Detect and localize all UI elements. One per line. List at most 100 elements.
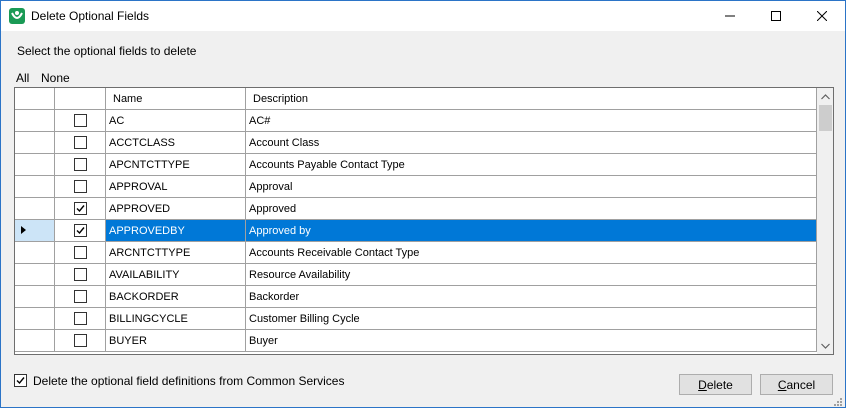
- chevron-down-icon: [821, 343, 830, 349]
- row-checkbox[interactable]: [74, 202, 87, 215]
- row-indicator-cell[interactable]: [15, 110, 55, 131]
- row-name-cell[interactable]: APPROVED: [106, 198, 246, 219]
- maximize-icon: [771, 11, 781, 21]
- row-name-cell[interactable]: AVAILABILITY: [106, 264, 246, 285]
- row-description-cell[interactable]: Accounts Receivable Contact Type: [246, 242, 817, 263]
- row-checkbox[interactable]: [74, 268, 87, 281]
- row-checkbox[interactable]: [74, 224, 87, 237]
- delete-button-mnemonic: D: [698, 377, 707, 392]
- cancel-button[interactable]: Cancel: [760, 374, 833, 395]
- dialog-window: Delete Optional Fields Select the option…: [0, 0, 846, 408]
- row-indicator-cell[interactable]: [15, 220, 55, 241]
- table-row[interactable]: APPROVAL Approval: [15, 176, 817, 198]
- scroll-thumb[interactable]: [819, 105, 832, 131]
- row-name-cell[interactable]: BACKORDER: [106, 286, 246, 307]
- resize-grip-icon[interactable]: [831, 395, 843, 407]
- row-name-cell[interactable]: APPROVEDBY: [106, 220, 246, 241]
- row-checkbox[interactable]: [74, 312, 87, 325]
- row-name-cell[interactable]: ARCNTCTTYPE: [106, 242, 246, 263]
- row-indicator-cell[interactable]: [15, 330, 55, 351]
- row-description-cell[interactable]: Backorder: [246, 286, 817, 307]
- table-row[interactable]: ARCNTCTTYPE Accounts Receivable Contact T…: [15, 242, 817, 264]
- cancel-button-mnemonic: C: [777, 377, 787, 392]
- row-description-cell[interactable]: AC#: [246, 110, 817, 131]
- row-check-cell: [55, 198, 106, 219]
- row-name-cell[interactable]: BUYER: [106, 330, 246, 351]
- minimize-button[interactable]: [707, 1, 753, 31]
- delete-button-label: elete: [706, 377, 733, 392]
- window-title: Delete Optional Fields: [31, 9, 150, 23]
- row-checkbox[interactable]: [74, 114, 87, 127]
- row-check-cell: [55, 176, 106, 197]
- select-all-link[interactable]: All: [16, 71, 29, 85]
- table-row[interactable]: BACKORDER Backorder: [15, 286, 817, 308]
- column-header-description[interactable]: Description: [246, 88, 817, 109]
- row-checkbox[interactable]: [74, 158, 87, 171]
- row-indicator-cell[interactable]: [15, 176, 55, 197]
- row-check-cell: [55, 154, 106, 175]
- row-checkbox[interactable]: [74, 290, 87, 303]
- row-name-cell[interactable]: AC: [106, 110, 246, 131]
- row-check-cell: [55, 110, 106, 131]
- row-description-cell[interactable]: Account Class: [246, 132, 817, 153]
- row-description-cell[interactable]: Approved: [246, 198, 817, 219]
- row-check-cell: [55, 132, 106, 153]
- table-row[interactable]: BUYER Buyer: [15, 330, 817, 352]
- header-indicator-cell: [15, 88, 55, 109]
- row-name-cell[interactable]: APPROVAL: [106, 176, 246, 197]
- row-description-cell[interactable]: Approval: [246, 176, 817, 197]
- row-indicator-cell[interactable]: [15, 308, 55, 329]
- row-description-cell[interactable]: Accounts Payable Contact Type: [246, 154, 817, 175]
- chevron-up-icon: [821, 93, 830, 99]
- row-indicator-cell[interactable]: [15, 242, 55, 263]
- table-row[interactable]: APPROVEDBY Approved by: [15, 220, 817, 242]
- header-check-cell: [55, 88, 106, 109]
- row-name-cell[interactable]: ACCTCLASS: [106, 132, 246, 153]
- column-header-name[interactable]: Name: [106, 88, 246, 109]
- vertical-scrollbar[interactable]: [817, 88, 833, 354]
- row-checkbox[interactable]: [74, 246, 87, 259]
- row-check-cell: [55, 220, 106, 241]
- optional-fields-grid[interactable]: Name Description AC AC# ACCTCLASS Account C…: [14, 87, 834, 355]
- table-row[interactable]: ACCTCLASS Account Class: [15, 132, 817, 154]
- maximize-button[interactable]: [753, 1, 799, 31]
- row-check-cell: [55, 264, 106, 285]
- checkmark-icon: [16, 377, 25, 385]
- select-none-link[interactable]: None: [41, 71, 70, 85]
- close-button[interactable]: [799, 1, 845, 31]
- scroll-down-button[interactable]: [817, 337, 833, 354]
- row-name-cell[interactable]: APCNTCTTYPE: [106, 154, 246, 175]
- row-indicator-cell[interactable]: [15, 198, 55, 219]
- row-indicator-cell[interactable]: [15, 286, 55, 307]
- instruction-text: Select the optional fields to delete: [17, 44, 197, 58]
- row-indicator-cell[interactable]: [15, 154, 55, 175]
- grid-header: Name Description: [15, 88, 817, 110]
- table-row[interactable]: AVAILABILITY Resource Availability: [15, 264, 817, 286]
- row-description-cell[interactable]: Buyer: [246, 330, 817, 351]
- row-checkbox[interactable]: [74, 180, 87, 193]
- cancel-button-label: ancel: [786, 377, 816, 392]
- row-description-cell[interactable]: Customer Billing Cycle: [246, 308, 817, 329]
- checkmark-icon: [76, 205, 85, 213]
- row-checkbox[interactable]: [74, 334, 87, 347]
- checkmark-icon: [76, 227, 85, 235]
- row-indicator-cell[interactable]: [15, 132, 55, 153]
- current-row-icon: [21, 226, 26, 234]
- row-indicator-cell[interactable]: [15, 264, 55, 285]
- table-row[interactable]: BILLINGCYCLE Customer Billing Cycle: [15, 308, 817, 330]
- table-row[interactable]: APCNTCTTYPE Accounts Payable Contact Type: [15, 154, 817, 176]
- row-description-cell[interactable]: Resource Availability: [246, 264, 817, 285]
- row-name-cell[interactable]: BILLINGCYCLE: [106, 308, 246, 329]
- title-bar[interactable]: Delete Optional Fields: [1, 1, 845, 31]
- scroll-up-button[interactable]: [817, 88, 833, 105]
- table-row[interactable]: APPROVED Approved: [15, 198, 817, 220]
- row-description-cell[interactable]: Approved by: [246, 220, 817, 241]
- table-row[interactable]: AC AC#: [15, 110, 817, 132]
- delete-definitions-checkbox[interactable]: [14, 374, 27, 387]
- delete-button[interactable]: Delete: [679, 374, 752, 395]
- row-checkbox[interactable]: [74, 136, 87, 149]
- minimize-icon: [725, 15, 735, 17]
- delete-definitions-label[interactable]: Delete the optional field definitions fr…: [33, 374, 344, 388]
- row-check-cell: [55, 242, 106, 263]
- app-icon: [9, 8, 25, 24]
